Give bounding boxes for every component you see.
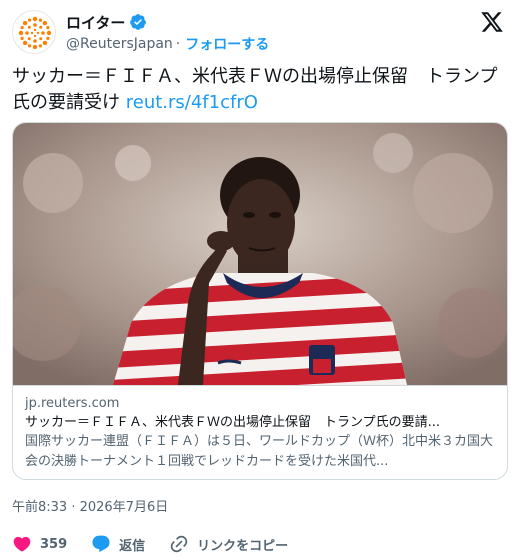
account-handle[interactable]: @ReutersJapan <box>66 36 173 52</box>
copy-link-button[interactable]: リンクをコピー <box>169 534 288 554</box>
like-count: 359 <box>40 536 68 552</box>
reply-icon <box>92 535 110 553</box>
reply-label: 返信 <box>119 538 146 554</box>
link-icon <box>170 535 188 553</box>
follow-button[interactable]: フォローする <box>185 34 269 54</box>
like-button[interactable]: 359 <box>12 534 67 554</box>
card-body: jp.reuters.com サッカー＝ＦＩＦＡ、米代表ＦＷの出場停止保留 トラ… <box>13 385 507 479</box>
card-title: サッカー＝ＦＩＦＡ、米代表ＦＷの出場停止保留 トランプ氏の要請... <box>25 415 441 430</box>
avatar[interactable] <box>12 10 56 54</box>
action-bar: 359 返信 リンクをコピー <box>12 532 312 556</box>
tweet-header: ロイター @ReutersJapan · フォローする <box>12 8 508 56</box>
separator-dot: · <box>175 36 181 52</box>
x-logo-icon[interactable] <box>480 10 504 34</box>
copy-link-label: リンクをコピー <box>197 538 289 554</box>
name-row: ロイター <box>66 12 147 32</box>
card-domain: jp.reuters.com <box>25 396 120 411</box>
verified-badge-icon <box>130 14 147 30</box>
reply-button[interactable]: 返信 <box>91 534 145 554</box>
display-name[interactable]: ロイター <box>66 12 125 33</box>
card-description: 国際サッカー連盟（ＦＩＦＡ）は５日、ワールドカップ（Ｗ杯）北中米３カ国大会の決勝… <box>25 434 494 469</box>
handle-row: @ReutersJapan · フォローする <box>66 34 269 54</box>
tweet-timestamp[interactable]: 午前8:33 · 2026年7月6日 <box>12 496 168 515</box>
tweet-text: サッカー＝ＦＩＦＡ、米代表ＦＷの出場停止保留 トランプ氏の要請受け reut.r… <box>12 64 508 116</box>
tweet-link[interactable]: reut.rs/4f1cfrO <box>126 92 258 113</box>
link-card[interactable]: jp.reuters.com サッカー＝ＦＩＦＡ、米代表ＦＷの出場停止保留 トラ… <box>12 122 508 480</box>
heart-icon <box>13 536 31 552</box>
soccer-player-photo <box>13 123 507 385</box>
card-image[interactable] <box>13 123 507 385</box>
reuters-logo-icon <box>18 16 52 50</box>
